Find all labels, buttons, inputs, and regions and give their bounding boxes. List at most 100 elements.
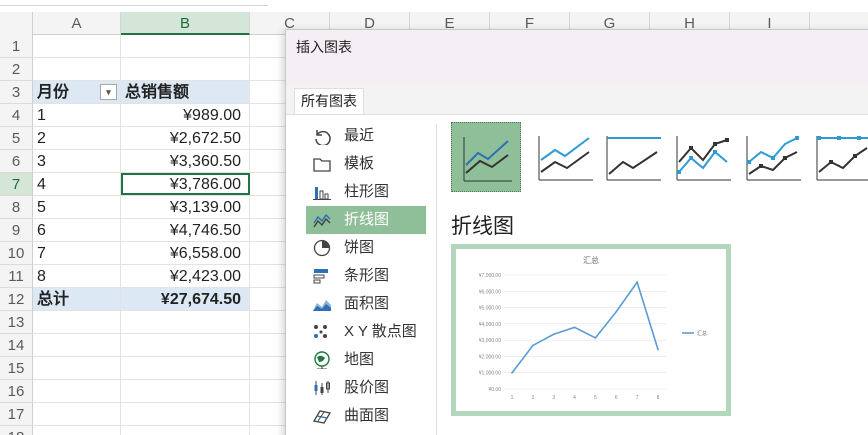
pivot-header-month-label: 月份 bbox=[37, 84, 70, 101]
formula-bar-area bbox=[0, 0, 868, 12]
tab-all-charts[interactable]: 所有图表 bbox=[294, 88, 364, 114]
sales-cell[interactable]: ¥3,360.50 bbox=[121, 150, 250, 172]
row-header[interactable]: 13 bbox=[0, 311, 33, 334]
y-tick-label: ¥3,000.00 bbox=[479, 338, 501, 344]
chart-category-stock-chart[interactable]: 股价图 bbox=[306, 374, 426, 402]
row-header[interactable]: 9 bbox=[0, 219, 33, 242]
month-cell[interactable]: 8 bbox=[33, 265, 121, 287]
cell[interactable] bbox=[33, 380, 121, 402]
total-value[interactable]: ¥27,674.50 bbox=[121, 288, 250, 310]
x-tick-label: 3 bbox=[552, 395, 555, 401]
sales-cell[interactable]: ¥2,423.00 bbox=[121, 265, 250, 287]
x-tick-label: 1 bbox=[511, 395, 514, 401]
select-all-corner[interactable] bbox=[0, 12, 33, 35]
map-chart-icon bbox=[312, 351, 332, 370]
chart-category-column-chart[interactable]: 柱形图 bbox=[306, 178, 426, 206]
cell[interactable] bbox=[121, 58, 250, 80]
row-header[interactable]: 11 bbox=[0, 265, 33, 288]
x-tick-label: 6 bbox=[615, 395, 618, 401]
y-tick-label: ¥0.00 bbox=[488, 387, 501, 393]
chart-category-recent[interactable]: 最近 bbox=[306, 122, 426, 150]
row-header[interactable]: 1 bbox=[0, 35, 33, 58]
chart-category-pie-chart[interactable]: 饼图 bbox=[306, 234, 426, 262]
row-header[interactable]: 14 bbox=[0, 334, 33, 357]
cell[interactable] bbox=[33, 311, 121, 333]
chart-preview[interactable]: 汇总 ¥0.00 ¥1,000.00 ¥2,000.00 ¥3,000.00 ¥4,000… bbox=[451, 244, 731, 416]
dialog-title[interactable]: 插入图表 bbox=[286, 30, 868, 65]
cell[interactable] bbox=[33, 426, 121, 435]
y-tick-label: ¥7,000.00 bbox=[479, 273, 501, 279]
chart-category-folder[interactable]: 模板 bbox=[306, 150, 426, 178]
row-header[interactable]: 17 bbox=[0, 403, 33, 426]
y-tick-label: ¥2,000.00 bbox=[479, 354, 501, 360]
sales-cell[interactable]: ¥3,139.00 bbox=[121, 196, 250, 218]
line-subtype-percent-markers[interactable] bbox=[809, 122, 868, 192]
sales-cell[interactable]: ¥4,746.50 bbox=[121, 219, 250, 241]
cell[interactable] bbox=[33, 58, 121, 80]
month-cell[interactable]: 3 bbox=[33, 150, 121, 172]
month-cell[interactable]: 4 bbox=[33, 173, 121, 195]
line-subtype-markers-icon bbox=[676, 136, 731, 181]
sales-cell-active[interactable]: ¥3,786.00 bbox=[121, 173, 250, 195]
row-header[interactable]: 15 bbox=[0, 357, 33, 380]
pie-chart-icon bbox=[312, 239, 332, 257]
series-line bbox=[511, 280, 659, 374]
cell[interactable] bbox=[121, 334, 250, 356]
chart-subtype-heading: 折线图 bbox=[451, 215, 514, 238]
chart-category-bar-chart[interactable]: 条形图 bbox=[306, 262, 426, 290]
row-header[interactable]: 18 bbox=[0, 426, 33, 435]
line-subtype-stacked-markers-icon bbox=[746, 136, 801, 181]
column-header-a[interactable]: A bbox=[33, 12, 121, 35]
column-header-b[interactable]: B bbox=[121, 12, 250, 35]
cell[interactable] bbox=[121, 403, 250, 425]
sales-cell[interactable]: ¥2,672.50 bbox=[121, 127, 250, 149]
chart-category-label: 面积图 bbox=[344, 295, 390, 312]
bar-chart-icon bbox=[312, 267, 332, 285]
month-cell[interactable]: 6 bbox=[33, 219, 121, 241]
cell[interactable] bbox=[33, 403, 121, 425]
pivot-header-month[interactable]: 月份 ▾ bbox=[33, 81, 121, 103]
line-subtype-percent[interactable] bbox=[599, 122, 669, 192]
cell[interactable] bbox=[121, 35, 250, 57]
row-header[interactable]: 6 bbox=[0, 150, 33, 173]
chart-category-area-chart[interactable]: 面积图 bbox=[306, 290, 426, 318]
total-label[interactable]: 总计 bbox=[33, 288, 121, 310]
cell[interactable] bbox=[121, 380, 250, 402]
chart-category-map-chart[interactable]: 地图 bbox=[306, 346, 426, 374]
row-header[interactable]: 2 bbox=[0, 58, 33, 81]
row-header[interactable]: 8 bbox=[0, 196, 33, 219]
chart-category-scatter-chart[interactable]: X Y 散点图 bbox=[306, 318, 426, 346]
row-header[interactable]: 3 bbox=[0, 81, 33, 104]
filter-dropdown-icon[interactable]: ▾ bbox=[100, 84, 117, 100]
scatter-chart-icon bbox=[312, 323, 332, 341]
row-header[interactable]: 10 bbox=[0, 242, 33, 265]
line-subtype-percent-icon bbox=[606, 136, 661, 181]
line-subtype-stacked-markers[interactable] bbox=[739, 122, 809, 192]
divider bbox=[436, 124, 437, 435]
line-subtype-stacked[interactable] bbox=[531, 122, 601, 192]
cell[interactable] bbox=[33, 334, 121, 356]
chart-category-list: 最近 模板 柱形图 折线图 饼图 条形图面积图 X Y 散点图 地图 股价图 曲面图 bbox=[306, 122, 426, 430]
cell[interactable] bbox=[121, 357, 250, 379]
cell[interactable] bbox=[121, 311, 250, 333]
line-subtype-line[interactable] bbox=[451, 122, 521, 192]
row-header[interactable]: 7 bbox=[0, 173, 33, 196]
row-header[interactable]: 16 bbox=[0, 380, 33, 403]
row-header[interactable]: 12 bbox=[0, 288, 33, 311]
cell[interactable] bbox=[121, 426, 250, 435]
pivot-header-sales[interactable]: 总销售额 bbox=[121, 81, 250, 103]
chart-category-line-chart[interactable]: 折线图 bbox=[306, 206, 426, 234]
line-subtype-markers[interactable] bbox=[669, 122, 739, 192]
row-header[interactable]: 4 bbox=[0, 104, 33, 127]
month-cell[interactable]: 1 bbox=[33, 104, 121, 126]
chart-category-surface-chart[interactable]: 曲面图 bbox=[306, 402, 426, 430]
sales-cell[interactable]: ¥989.00 bbox=[121, 104, 250, 126]
x-tick-label: 7 bbox=[636, 395, 639, 401]
month-cell[interactable]: 5 bbox=[33, 196, 121, 218]
month-cell[interactable]: 7 bbox=[33, 242, 121, 264]
month-cell[interactable]: 2 bbox=[33, 127, 121, 149]
cell[interactable] bbox=[33, 35, 121, 57]
sales-cell[interactable]: ¥6,558.00 bbox=[121, 242, 250, 264]
cell[interactable] bbox=[33, 357, 121, 379]
row-header[interactable]: 5 bbox=[0, 127, 33, 150]
